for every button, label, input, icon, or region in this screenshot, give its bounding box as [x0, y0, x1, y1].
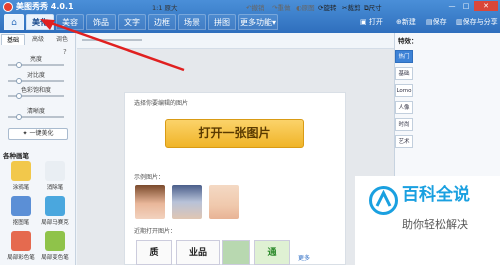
slider-brightness-label: 亮度: [29, 56, 42, 63]
eraser-icon: [45, 161, 65, 181]
choose-image-text: 选择你要编辑的图片: [134, 100, 189, 107]
recent-image-4[interactable]: 通: [254, 240, 290, 265]
undo-button[interactable]: ↶撤销: [246, 3, 264, 13]
color-pen-tool[interactable]: 局部彩色笔: [6, 231, 36, 265]
tab-more-label: 更多功能: [239, 18, 272, 27]
save-share-label: 保存与分享: [462, 18, 498, 26]
redo-button[interactable]: ↷重做: [272, 3, 290, 13]
effects-tab-hot[interactable]: 热门: [395, 50, 413, 63]
slider-sharpness-label: 清晰度: [26, 108, 45, 115]
recent-image-1[interactable]: 质: [136, 240, 172, 265]
slider-contrast-label: 对比度: [26, 72, 45, 79]
resize-label: 尺寸: [368, 4, 382, 12]
open-image-button[interactable]: 打开一张图片: [165, 119, 304, 148]
effects-title: 特效：: [398, 37, 418, 45]
new-button-label: 新建: [401, 18, 416, 26]
effects-tab-fashion[interactable]: 时尚: [395, 118, 413, 131]
cutout-pen-tool[interactable]: 抠图笔: [6, 196, 36, 230]
sample-images-label: 示例图片：: [134, 174, 165, 181]
effects-tab-art[interactable]: 艺术: [395, 135, 413, 148]
effects-tab-basic[interactable]: 基础: [395, 67, 413, 80]
subtab-color[interactable]: 调色: [50, 34, 74, 45]
tab-beautify[interactable]: 美化: [26, 14, 54, 30]
doodle-pen-icon: [11, 161, 31, 181]
doodle-pen-tool[interactable]: 涂鸦笔: [6, 161, 36, 195]
original-label: 原图: [301, 4, 315, 12]
zoom-slider-track[interactable]: [82, 39, 142, 41]
tab-scene[interactable]: 场景: [178, 14, 206, 30]
save-button-label: 保存: [432, 18, 447, 26]
cutout-pen-label: 抠图笔: [12, 220, 30, 226]
tab-skin[interactable]: 美容: [56, 14, 84, 30]
zoom-label: 1:1: [152, 4, 163, 12]
tab-more-features[interactable]: 更多功能▾: [238, 14, 278, 30]
recent-image-4-text: 通: [267, 248, 277, 258]
auto-beautify-button[interactable]: ✦ 一键美化: [8, 128, 68, 140]
subtab-basic[interactable]: 基础: [1, 34, 25, 45]
crop-button[interactable]: ✂裁剪: [342, 3, 360, 13]
save-share-button[interactable]: ▥保存与分享: [456, 14, 498, 30]
save-icon: ▤: [426, 18, 433, 26]
toolbar: [77, 33, 394, 49]
undo-label: 撤销: [251, 4, 265, 12]
tab-frame[interactable]: 边框: [148, 14, 176, 30]
chevron-down-icon: ▾: [271, 18, 276, 27]
auto-beautify-label: 一键美化: [29, 130, 54, 137]
recolor-pen-tool[interactable]: 局部变色笔: [40, 231, 70, 265]
resize-button[interactable]: ⧉尺寸: [364, 3, 382, 13]
original-button[interactable]: ◐原图: [296, 3, 315, 13]
magic-wand-icon: ✦: [22, 130, 28, 137]
folder-icon: ▣: [360, 18, 367, 26]
tab-text[interactable]: 文字: [118, 14, 146, 30]
effects-tab-portrait[interactable]: 人像: [395, 101, 413, 114]
recent-image-2[interactable]: 业品: [176, 240, 220, 265]
rotate-label: 旋转: [323, 4, 337, 12]
recent-more-link[interactable]: 更多: [298, 253, 310, 262]
close-icon[interactable]: ✕: [474, 1, 498, 11]
eraser-pen-label: 消除笔: [46, 185, 64, 191]
watermark-subtitle: 助你轻松解决: [402, 218, 468, 231]
effects-tab-lomo[interactable]: Lomo: [395, 84, 413, 97]
maximize-icon[interactable]: □: [460, 1, 472, 11]
app-logo-icon: [3, 2, 13, 12]
tab-home[interactable]: ⌂: [4, 14, 24, 30]
app-title: 美图秀秀 4.0.1: [16, 2, 74, 11]
save-button[interactable]: ▤保存: [426, 14, 447, 30]
sample-image-1[interactable]: [135, 185, 165, 219]
subtab-advanced[interactable]: 高级: [26, 34, 50, 45]
color-pen-icon: [11, 231, 31, 251]
mosaic-pen-tool[interactable]: 局部马赛克: [40, 196, 70, 230]
open-button[interactable]: ▣ 打开: [360, 14, 383, 30]
new-button[interactable]: ⊕新建: [396, 14, 416, 30]
sample-image-2[interactable]: [172, 185, 202, 219]
tab-accessories[interactable]: 饰品: [86, 14, 116, 30]
redo-label: 重做: [277, 4, 291, 12]
recolor-pen-label: 局部变色笔: [41, 255, 69, 261]
watermark-logo-icon: [369, 186, 398, 215]
recolor-pen-icon: [45, 231, 65, 251]
tab-collage[interactable]: 拼图: [208, 14, 236, 30]
slider-saturation-label: 色彩饱和度: [20, 87, 51, 94]
recent-image-1-text: 质: [149, 248, 159, 258]
recent-image-2-text: 业品: [188, 248, 207, 258]
mosaic-pen-label: 局部马赛克: [41, 220, 69, 226]
open-button-label: 打开: [368, 18, 383, 26]
recent-image-3[interactable]: [222, 240, 250, 265]
pen-section-title: 各种画笔: [3, 152, 29, 160]
share-icon: ▥: [456, 18, 463, 26]
eraser-pen-tool[interactable]: 消除笔: [40, 161, 70, 195]
zoom-tail: 原大: [164, 4, 178, 12]
home-icon: ⌂: [11, 18, 17, 28]
sample-image-3[interactable]: [209, 185, 239, 219]
doodle-pen-label: 涂鸦笔: [12, 185, 30, 191]
zoom-actual-size[interactable]: 1:1 原大: [152, 3, 178, 13]
watermark-title: 百科全说: [402, 185, 470, 205]
mosaic-icon: [45, 196, 65, 216]
rotate-button[interactable]: ⟳旋转: [318, 3, 336, 13]
crop-label: 裁剪: [347, 4, 361, 12]
color-pen-label: 局部彩色笔: [7, 255, 35, 261]
minimize-icon[interactable]: —: [446, 1, 458, 11]
recent-images-label: 近期打开图片：: [134, 228, 177, 235]
cutout-icon: [11, 196, 31, 216]
